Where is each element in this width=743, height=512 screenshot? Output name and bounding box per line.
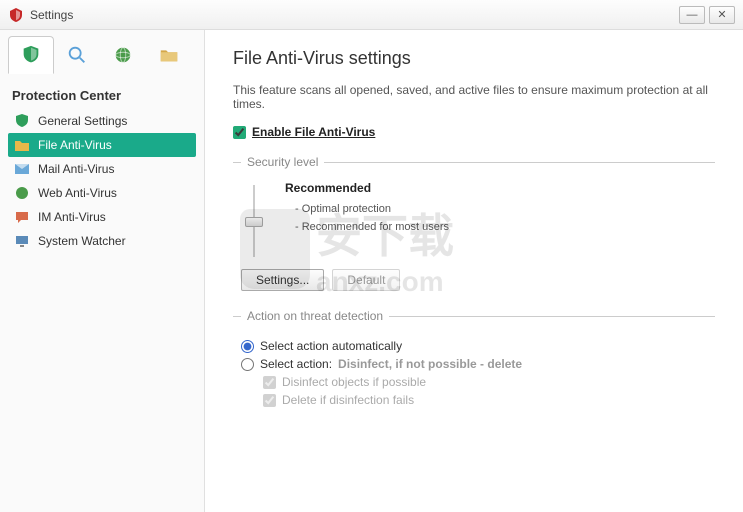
tab-update[interactable] bbox=[100, 36, 146, 74]
action-auto-label: Select action automatically bbox=[260, 339, 402, 353]
sidebar-item-file-av[interactable]: File Anti-Virus bbox=[8, 133, 196, 157]
security-slider[interactable] bbox=[241, 181, 267, 261]
chat-icon bbox=[14, 209, 30, 225]
sidebar-item-label: Mail Anti-Virus bbox=[38, 162, 114, 176]
sidebar-item-web-av[interactable]: Web Anti-Virus bbox=[8, 181, 196, 205]
globe-icon bbox=[112, 44, 134, 66]
sidebar-section-title: Protection Center bbox=[12, 88, 192, 103]
monitor-icon bbox=[14, 233, 30, 249]
slider-thumb[interactable] bbox=[245, 217, 263, 227]
sidebar-item-im-av[interactable]: IM Anti-Virus bbox=[8, 205, 196, 229]
shield-icon bbox=[20, 44, 42, 66]
security-level-group: Security level Recommended - Optimal pro… bbox=[233, 155, 715, 299]
action-select-hint: Disinfect, if not possible - delete bbox=[338, 357, 522, 371]
shield-green-icon bbox=[14, 113, 30, 129]
sidebar-item-label: General Settings bbox=[38, 114, 127, 128]
tab-advanced[interactable] bbox=[146, 36, 192, 74]
sidebar-item-label: System Watcher bbox=[38, 234, 126, 248]
disinfect-checkbox bbox=[263, 376, 276, 389]
minimize-button[interactable]: — bbox=[679, 6, 705, 24]
sidebar-item-mail-av[interactable]: Mail Anti-Virus bbox=[8, 157, 196, 181]
security-detail-1: - Optimal protection bbox=[295, 201, 449, 219]
page-title: File Anti-Virus settings bbox=[233, 48, 715, 69]
sidebar-item-system-watcher[interactable]: System Watcher bbox=[8, 229, 196, 253]
delete-label: Delete if disinfection fails bbox=[282, 393, 414, 407]
security-legend: Security level bbox=[241, 155, 324, 169]
action-auto-radio[interactable] bbox=[241, 340, 254, 353]
close-button[interactable]: ✕ bbox=[709, 6, 735, 24]
sidebar: Protection Center General Settings File … bbox=[0, 30, 205, 512]
magnifier-icon bbox=[66, 44, 88, 66]
action-group: Action on threat detection Select action… bbox=[233, 309, 715, 415]
default-button[interactable]: Default bbox=[332, 269, 400, 291]
globe-small-icon bbox=[14, 185, 30, 201]
mail-icon bbox=[14, 161, 30, 177]
folder-icon bbox=[158, 44, 180, 66]
sidebar-item-label: File Anti-Virus bbox=[38, 138, 112, 152]
sidebar-item-label: Web Anti-Virus bbox=[38, 186, 117, 200]
tabstrip bbox=[8, 36, 196, 74]
folder-yellow-icon bbox=[14, 137, 30, 153]
action-select-label: Select action: bbox=[260, 357, 332, 371]
titlebar: Settings — ✕ bbox=[0, 0, 743, 30]
enable-checkbox[interactable] bbox=[233, 126, 246, 139]
window-title: Settings bbox=[30, 8, 675, 22]
main-panel: File Anti-Virus settings This feature sc… bbox=[205, 30, 743, 512]
page-description: This feature scans all opened, saved, an… bbox=[233, 83, 715, 111]
action-select-radio[interactable] bbox=[241, 358, 254, 371]
sidebar-item-general[interactable]: General Settings bbox=[8, 109, 196, 133]
tab-scan[interactable] bbox=[54, 36, 100, 74]
enable-label[interactable]: Enable File Anti-Virus bbox=[252, 125, 375, 139]
app-icon bbox=[8, 7, 24, 23]
action-legend: Action on threat detection bbox=[241, 309, 389, 323]
delete-checkbox bbox=[263, 394, 276, 407]
security-level-name: Recommended bbox=[285, 181, 449, 195]
settings-button[interactable]: Settings... bbox=[241, 269, 324, 291]
security-detail-2: - Recommended for most users bbox=[295, 219, 449, 237]
tab-protection[interactable] bbox=[8, 36, 54, 74]
disinfect-label: Disinfect objects if possible bbox=[282, 375, 426, 389]
sidebar-item-label: IM Anti-Virus bbox=[38, 210, 106, 224]
